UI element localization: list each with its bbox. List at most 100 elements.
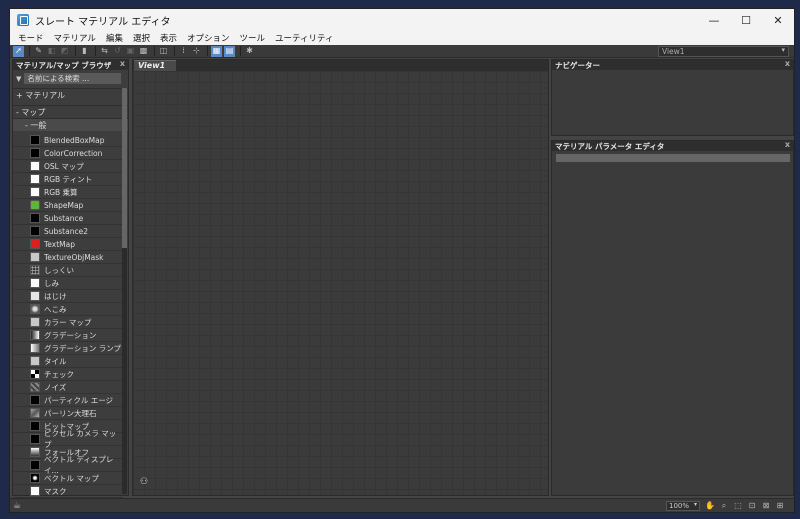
list-item[interactable]: しっくい bbox=[13, 264, 123, 277]
material-browser-toggle-icon[interactable]: ▦ bbox=[211, 45, 222, 57]
eyedropper-icon[interactable]: ✎ bbox=[33, 46, 44, 57]
param-editor-bar bbox=[556, 154, 790, 162]
list-item[interactable]: へこみ bbox=[13, 303, 123, 316]
map-item-label: Substance bbox=[44, 213, 84, 223]
navigator-header: ナビゲーター x bbox=[552, 59, 793, 70]
menu-view[interactable]: 表示 bbox=[155, 32, 182, 44]
group-general[interactable]: - 一般 bbox=[13, 118, 128, 131]
tab-view1[interactable]: View1 bbox=[134, 60, 176, 71]
scrollbar-thumb[interactable] bbox=[122, 88, 127, 248]
menu-tools[interactable]: ツール bbox=[235, 32, 271, 44]
param-editor-toggle-icon[interactable]: ▤ bbox=[224, 45, 235, 57]
map-swatch-icon bbox=[30, 408, 40, 418]
map-swatch-icon bbox=[30, 343, 40, 353]
zoom-region-icon[interactable]: ⬚ bbox=[732, 500, 744, 511]
delete-icon[interactable]: ▮ bbox=[79, 46, 90, 57]
search-row: ▼ 名前による検索 ... bbox=[13, 72, 128, 85]
view-panel: View1 ⚇ bbox=[132, 59, 549, 496]
layout-children-icon[interactable]: ⊹ bbox=[191, 46, 202, 57]
list-item[interactable]: チェック bbox=[13, 368, 123, 381]
group-materials[interactable]: + マテリアル bbox=[13, 88, 128, 101]
list-item[interactable]: グラデーション ランプ bbox=[13, 342, 123, 355]
list-item[interactable]: パーティクル エージ bbox=[13, 394, 123, 407]
list-item[interactable]: OSL マップ bbox=[13, 160, 123, 173]
close-icon[interactable]: x bbox=[120, 59, 125, 68]
list-item[interactable]: ShapeMap bbox=[13, 199, 123, 212]
layout-all-icon[interactable]: ⁞ bbox=[178, 46, 189, 57]
map-swatch-icon bbox=[30, 161, 40, 171]
list-item[interactable]: タイル bbox=[13, 355, 123, 368]
assign-material-icon[interactable]: ◧ bbox=[46, 46, 57, 57]
list-item[interactable]: ピクセル カメラ マップ bbox=[13, 429, 123, 449]
navigator-title: ナビゲーター bbox=[555, 60, 600, 70]
select-tool-icon[interactable]: ➚ bbox=[13, 45, 24, 57]
put-to-scene-icon[interactable]: ◩ bbox=[59, 46, 70, 57]
close-icon[interactable]: x bbox=[785, 59, 790, 68]
map-swatch-icon bbox=[30, 278, 40, 288]
map-item-label: ベクトル マップ bbox=[44, 473, 99, 483]
menu-bar: モード マテリアル 編集 選択 表示 オプション ツール ユーティリティ bbox=[10, 31, 794, 45]
maximize-view-icon[interactable]: ⊞ bbox=[774, 500, 786, 511]
map-item-label: へこみ bbox=[44, 304, 67, 314]
show-map-icon[interactable]: ▣ bbox=[125, 46, 136, 57]
move-children-icon[interactable]: ⇆ bbox=[99, 46, 110, 57]
close-icon[interactable]: x bbox=[785, 140, 790, 149]
list-item[interactable]: Substance bbox=[13, 212, 123, 225]
list-item[interactable]: RGB 乗算 bbox=[13, 186, 123, 199]
zoom-extents-icon[interactable]: ⊡ bbox=[746, 500, 758, 511]
navigator-panel: ナビゲーター x bbox=[551, 59, 794, 136]
view-select-value: View1 bbox=[662, 47, 685, 56]
map-item-label: ノイズ bbox=[44, 382, 67, 392]
binoculars-icon[interactable]: ⚇ bbox=[140, 477, 151, 488]
search-options-icon[interactable]: ▼ bbox=[16, 75, 21, 83]
app-icon bbox=[17, 14, 29, 26]
map-item-label: チェック bbox=[44, 369, 74, 379]
menu-material[interactable]: マテリアル bbox=[49, 32, 101, 44]
minimize-button[interactable]: — bbox=[698, 9, 730, 31]
list-item[interactable]: BlendedBoxMap bbox=[13, 134, 123, 147]
list-item[interactable]: しみ bbox=[13, 277, 123, 290]
map-swatch-icon bbox=[30, 473, 40, 483]
menu-utilities[interactable]: ユーティリティ bbox=[270, 32, 338, 44]
zoom-extents-selected-icon[interactable]: ⊠ bbox=[760, 500, 772, 511]
map-swatch-icon bbox=[30, 434, 40, 444]
menu-options[interactable]: オプション bbox=[182, 32, 235, 44]
map-item-label: カラー マップ bbox=[44, 317, 92, 327]
node-canvas[interactable]: ⚇ bbox=[133, 71, 548, 495]
pan-icon[interactable]: ✋ bbox=[704, 500, 716, 511]
select-by-material-icon[interactable]: ✱ bbox=[244, 46, 255, 57]
background-icon[interactable]: ▩ bbox=[138, 46, 149, 57]
map-swatch-icon bbox=[30, 382, 40, 392]
backlight-icon[interactable]: ◫ bbox=[158, 46, 169, 57]
teapot-icon[interactable]: ☕ bbox=[13, 501, 21, 511]
map-swatch-icon bbox=[30, 226, 40, 236]
menu-mode[interactable]: モード bbox=[13, 32, 49, 44]
map-item-label: RGB 乗算 bbox=[44, 187, 78, 197]
list-item[interactable]: パーリン大理石 bbox=[13, 407, 123, 420]
list-item[interactable]: RGB ティント bbox=[13, 173, 123, 186]
zoom-dropdown[interactable]: 100% ▾ bbox=[666, 501, 700, 511]
toolbar-divider bbox=[75, 46, 76, 56]
maximize-button[interactable]: ☐ bbox=[730, 9, 762, 31]
toolbar: ➚ ✎ ◧ ◩ ▮ ⇆ ↺ ▣ ▩ ◫ ⁞ ⊹ ▦ ▤ ✱ View1 ▾ bbox=[10, 45, 794, 58]
list-item[interactable]: ColorCorrection bbox=[13, 147, 123, 160]
list-item[interactable]: ベクトル ディスプレイ... bbox=[13, 455, 123, 475]
list-item[interactable]: カラー マップ bbox=[13, 316, 123, 329]
group-maps[interactable]: - マップ bbox=[13, 105, 128, 118]
list-item[interactable]: はじけ bbox=[13, 290, 123, 303]
menu-edit[interactable]: 編集 bbox=[101, 32, 128, 44]
list-item[interactable]: グラデーション bbox=[13, 329, 123, 342]
list-item[interactable]: TextureObjMask bbox=[13, 251, 123, 264]
map-list: BlendedBoxMap ColorCorrection OSL マップ RGB テ… bbox=[13, 134, 123, 498]
zoom-icon[interactable]: ⌕ bbox=[718, 500, 730, 511]
close-button[interactable]: ✕ bbox=[762, 9, 794, 31]
list-item[interactable]: マスク bbox=[13, 485, 123, 498]
list-item[interactable]: Substance2 bbox=[13, 225, 123, 238]
list-item[interactable]: ノイズ bbox=[13, 381, 123, 394]
view-select-dropdown[interactable]: View1 ▾ bbox=[658, 46, 789, 57]
browser-scrollbar[interactable] bbox=[122, 88, 127, 494]
menu-select[interactable]: 選択 bbox=[128, 32, 155, 44]
list-item[interactable]: TextMap bbox=[13, 238, 123, 251]
hide-unused-icon[interactable]: ↺ bbox=[112, 46, 123, 57]
search-input[interactable]: 名前による検索 ... bbox=[24, 73, 122, 84]
